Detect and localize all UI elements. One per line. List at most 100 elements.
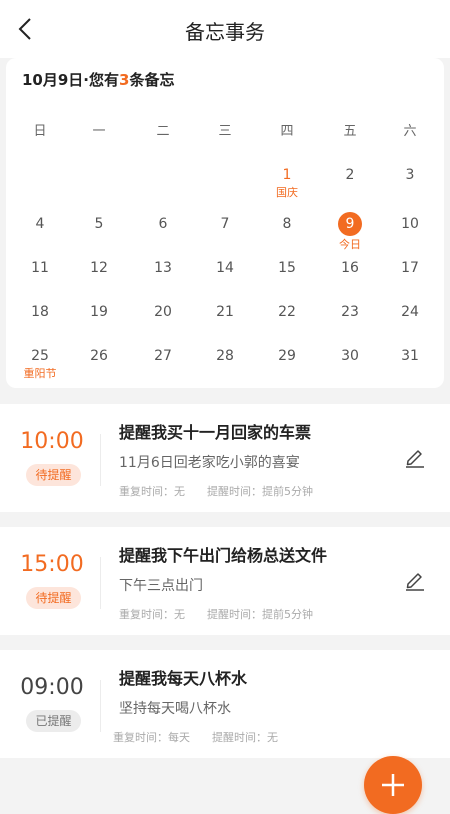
day-number: 5 [94, 216, 104, 232]
reminder-time: 15:00 [20, 552, 84, 577]
day-number: 8 [282, 216, 292, 232]
remind-time: 提醒时间：无 [212, 731, 278, 744]
status-badge: 待提醒 [26, 587, 81, 609]
reminder-meta: 重复时间：无 提醒时间：提前5分钟 [119, 483, 313, 499]
calendar-day[interactable]: 1 国庆 [267, 166, 307, 206]
day-number: 9 [338, 212, 362, 236]
reminder-desc: 下午三点出门 [119, 578, 203, 594]
status-badge: 待提醒 [26, 464, 81, 486]
day-number: 20 [154, 304, 172, 320]
day-number: 14 [216, 260, 234, 276]
day-number: 1 [282, 167, 292, 183]
pencil-icon[interactable] [404, 446, 426, 468]
day-number: 12 [90, 260, 108, 276]
calendar-day[interactable]: 5 [79, 215, 119, 255]
reminder-title: 提醒我每天八杯水 [119, 669, 248, 688]
pencil-icon[interactable] [404, 569, 426, 591]
remind-time: 提醒时间：提前5分钟 [207, 608, 313, 621]
calendar-day[interactable]: 25 重阳节 [20, 347, 60, 387]
calendar-day[interactable]: 27 [143, 347, 183, 387]
reminder-time: 10:00 [20, 429, 84, 454]
calendar-day[interactable]: 7 [205, 215, 245, 255]
day-number: 25 [31, 348, 49, 364]
day-number: 13 [154, 260, 172, 276]
add-memo-button[interactable] [364, 756, 422, 814]
day-number: 31 [401, 348, 419, 364]
calendar-day[interactable]: 14 [205, 259, 245, 299]
divider [100, 434, 101, 486]
calendar-day[interactable]: 8 [267, 215, 307, 255]
day-number: 2 [345, 167, 355, 183]
page-title: 备忘事务 [185, 20, 265, 44]
day-number: 16 [341, 260, 359, 276]
calendar-day[interactable]: 19 [79, 303, 119, 343]
status-badge: 已提醒 [26, 710, 81, 732]
day-number: 15 [278, 260, 296, 276]
day-number: 23 [341, 304, 359, 320]
day-number: 26 [90, 348, 108, 364]
day-number: 18 [31, 304, 49, 320]
plus-icon [382, 774, 404, 796]
day-number: 19 [90, 304, 108, 320]
day-note: 国庆 [276, 186, 298, 199]
calendar-day-today[interactable]: 9 今日 [330, 212, 370, 255]
day-number: 11 [31, 260, 49, 276]
calendar-day[interactable]: 26 [79, 347, 119, 387]
calendar-day[interactable]: 31 [390, 347, 430, 387]
day-number: 10 [401, 216, 419, 232]
day-number: 6 [158, 216, 168, 232]
reminder-meta: 重复时间：无 提醒时间：提前5分钟 [119, 606, 313, 622]
reminder-meta: 重复时间：每天 提醒时间：无 [113, 729, 278, 745]
calendar-day[interactable]: 22 [267, 303, 307, 343]
day-number: 3 [405, 167, 415, 183]
day-number: 28 [216, 348, 234, 364]
day-note: 今日 [339, 238, 361, 251]
calendar-day[interactable]: 2 [330, 166, 370, 206]
day-number: 7 [220, 216, 230, 232]
reminder-card[interactable]: 15:00 待提醒 提醒我下午出门给杨总送文件 下午三点出门 重复时间：无 提醒时… [0, 527, 450, 635]
day-number: 27 [154, 348, 172, 364]
calendar-day[interactable]: 28 [205, 347, 245, 387]
calendar-day[interactable]: 10 [390, 215, 430, 255]
calendar-grid: 1 国庆 2 3 4 5 6 7 8 9 今日 10 11 12 13 14 15 16 17 18 19 20 21 22 2… [6, 58, 444, 388]
day-number: 30 [341, 348, 359, 364]
calendar-day[interactable]: 29 [267, 347, 307, 387]
calendar-day[interactable]: 16 [330, 259, 370, 299]
calendar-day[interactable]: 12 [79, 259, 119, 299]
calendar-day[interactable]: 24 [390, 303, 430, 343]
calendar-day[interactable]: 4 [20, 215, 60, 255]
day-note: 重阳节 [23, 367, 57, 380]
calendar-day[interactable]: 17 [390, 259, 430, 299]
header-bar: 备忘事务 [0, 0, 450, 58]
divider [100, 557, 101, 609]
calendar-day[interactable]: 3 [390, 166, 430, 206]
repeat-time: 重复时间：无 [119, 485, 185, 498]
reminder-desc: 坚持每天喝八杯水 [119, 701, 231, 717]
day-number: 22 [278, 304, 296, 320]
repeat-time: 重复时间：无 [119, 608, 185, 621]
calendar-day[interactable]: 15 [267, 259, 307, 299]
reminder-card[interactable]: 10:00 待提醒 提醒我买十一月回家的车票 11月6日回老家吃小郭的喜宴 重复… [0, 404, 450, 512]
reminder-title: 提醒我买十一月回家的车票 [119, 423, 312, 442]
day-number: 21 [216, 304, 234, 320]
reminder-title: 提醒我下午出门给杨总送文件 [119, 546, 328, 565]
reminder-desc: 11月6日回老家吃小郭的喜宴 [119, 455, 300, 471]
calendar-day[interactable]: 18 [20, 303, 60, 343]
day-number: 29 [278, 348, 296, 364]
reminder-time: 09:00 [20, 675, 84, 700]
calendar-day[interactable]: 21 [205, 303, 245, 343]
calendar-card: 10月9日·您有3条备忘 日 一 二 三 四 五 六 1 国庆 2 3 4 5 6 7 8 9 今日… [6, 58, 444, 388]
calendar-day[interactable]: 11 [20, 259, 60, 299]
calendar-day[interactable]: 30 [330, 347, 370, 387]
calendar-day[interactable]: 23 [330, 303, 370, 343]
calendar-day[interactable]: 13 [143, 259, 183, 299]
day-number: 24 [401, 304, 419, 320]
remind-time: 提醒时间：提前5分钟 [207, 485, 313, 498]
reminder-card[interactable]: 09:00 已提醒 提醒我每天八杯水 坚持每天喝八杯水 重复时间：每天 提醒时间：… [0, 650, 450, 758]
repeat-time: 重复时间：每天 [113, 731, 190, 744]
divider [100, 680, 101, 732]
calendar-day[interactable]: 20 [143, 303, 183, 343]
day-number: 4 [35, 216, 45, 232]
day-number: 17 [401, 260, 419, 276]
calendar-day[interactable]: 6 [143, 215, 183, 255]
